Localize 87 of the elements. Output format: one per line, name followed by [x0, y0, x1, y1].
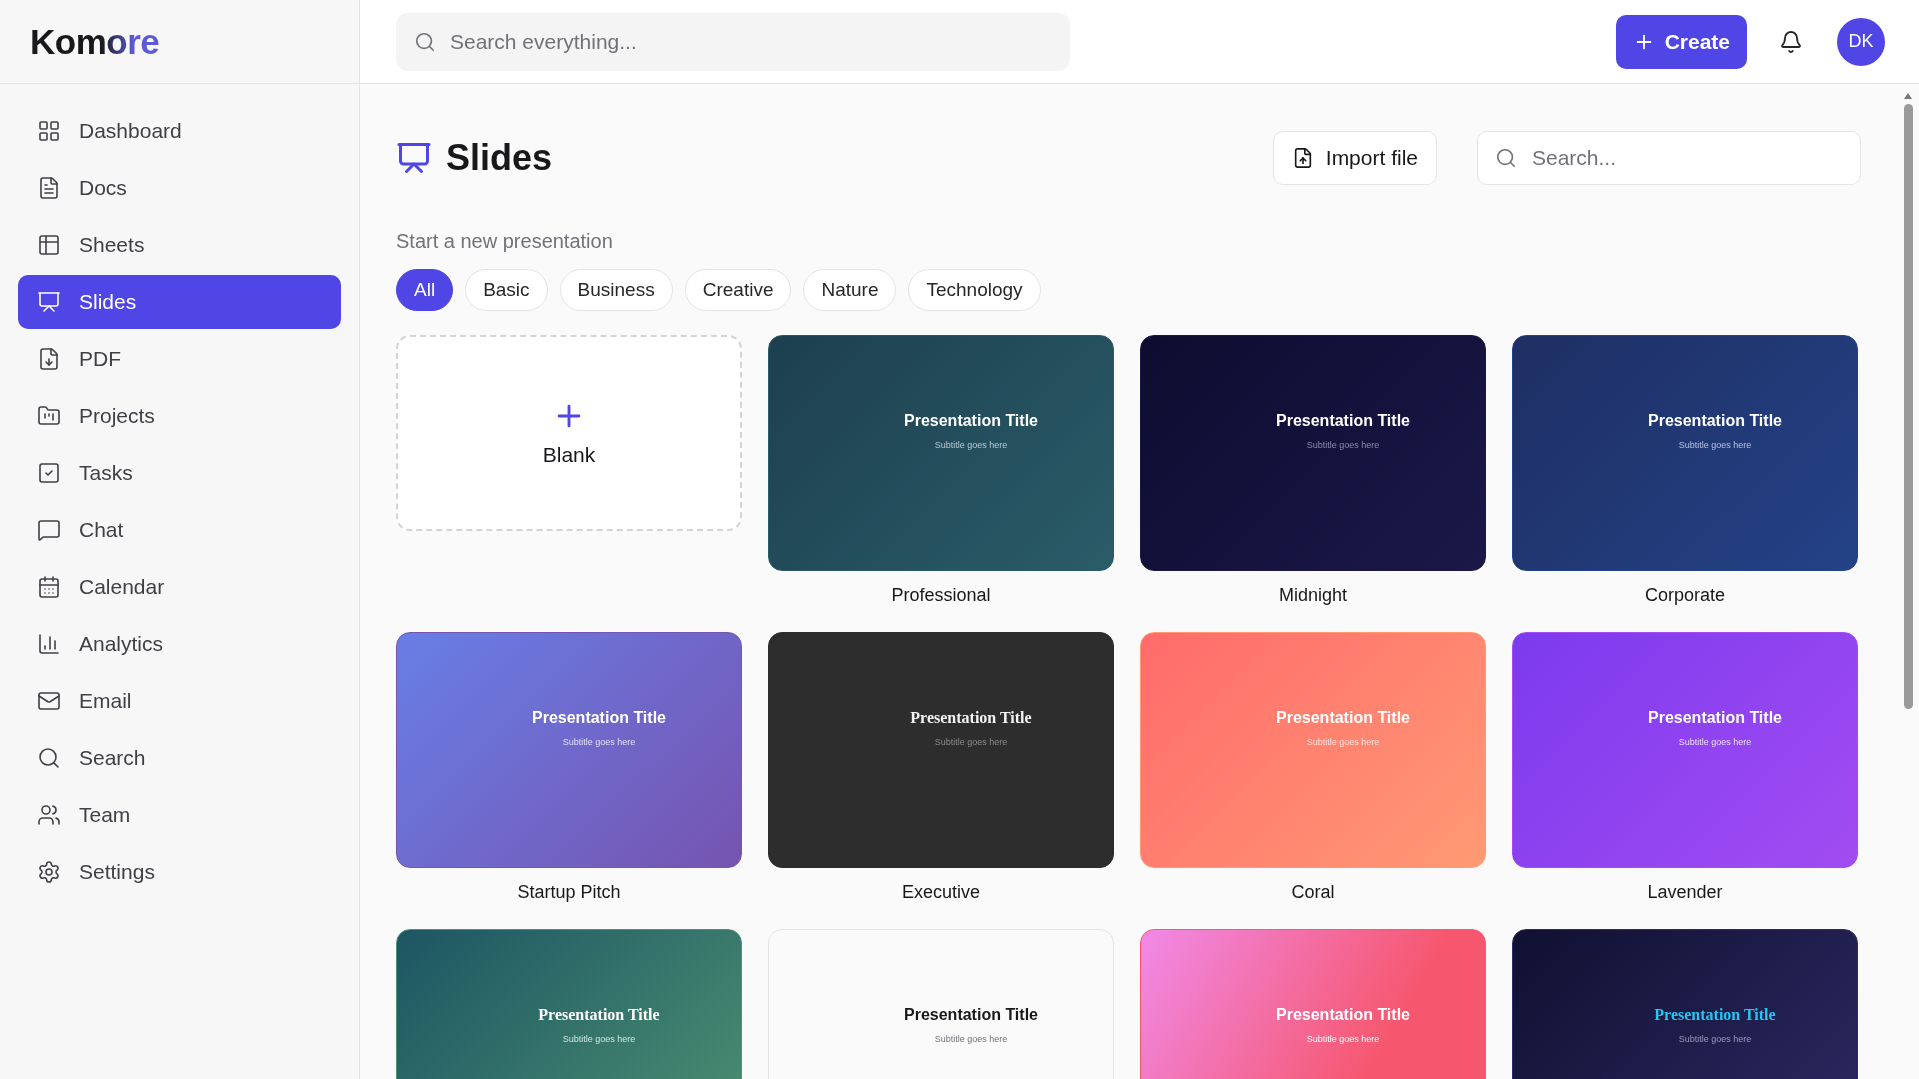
sidebar-item[interactable]: Slides — [18, 275, 341, 329]
sidebar-item[interactable]: Calendar — [18, 560, 341, 614]
slide-title: Presentation Title — [1276, 709, 1410, 727]
filter-chip[interactable]: Business — [559, 269, 673, 311]
template-name: Midnight — [1278, 585, 1347, 606]
slide-subtitle: Subtitle goes here — [1306, 737, 1380, 747]
slide-subtitle: Subtitle goes here — [562, 1034, 636, 1044]
presentation-icon — [37, 290, 61, 314]
presentation-icon — [396, 140, 432, 176]
slide-title: Presentation Title — [904, 412, 1038, 430]
slide-subtitle: Subtitle goes here — [934, 440, 1008, 450]
search-icon — [1495, 147, 1517, 169]
template-thumbnail[interactable]: Presentation Title Subtitle goes here — [768, 632, 1114, 868]
template-name: Executive — [901, 882, 980, 903]
blank-template-card[interactable]: Blank — [396, 335, 742, 531]
users-icon — [37, 803, 61, 827]
grid-icon — [37, 119, 61, 143]
sidebar-item[interactable]: Tasks — [18, 446, 341, 500]
slide-subtitle: Subtitle goes here — [934, 737, 1008, 747]
page-title: Slides — [446, 137, 553, 179]
template-thumbnail[interactable]: Presentation Title Subtitle goes here — [396, 632, 742, 868]
search-field[interactable]: Search... — [1477, 131, 1861, 185]
slide-title: Presentation Title — [910, 709, 1032, 727]
template-name: Corporate — [1644, 585, 1725, 606]
filter-chip[interactable]: Nature — [803, 269, 897, 311]
search-icon — [414, 30, 436, 53]
template-thumbnail[interactable]: Presentation Title Subtitle goes here — [1140, 335, 1486, 571]
folder-icon — [37, 404, 61, 428]
slide-subtitle: Subtitle goes here — [934, 1034, 1008, 1044]
template-thumbnail[interactable]: Presentation Title Subtitle goes here — [1512, 335, 1858, 571]
filter-chip[interactable]: Creative — [684, 269, 792, 311]
document-icon — [37, 176, 61, 200]
filter-chip[interactable]: Basic — [465, 269, 548, 311]
slide-subtitle: Subtitle goes here — [1306, 1034, 1380, 1044]
template-name: Professional — [891, 585, 991, 606]
slide-subtitle: Subtitle goes here — [1678, 1034, 1752, 1044]
section-title: Start a new presentation — [396, 230, 614, 253]
sidebar-item[interactable]: Dashboard — [18, 104, 341, 158]
filter-chip[interactable]: All — [396, 269, 454, 311]
sidebar-item[interactable]: Sheets — [18, 218, 341, 272]
chat-bubble-icon — [37, 518, 61, 542]
template-thumbnail[interactable]: Presentation Title Subtitle goes here — [396, 929, 742, 1079]
template-thumbnail[interactable]: Presentation Title Subtitle goes here — [768, 929, 1114, 1079]
slide-subtitle: Subtitle goes here — [562, 737, 636, 747]
sidebar-item[interactable]: Settings — [18, 845, 341, 899]
slide-title: Presentation Title — [1654, 1006, 1776, 1024]
scrollbar-thumb[interactable] — [1903, 104, 1913, 709]
filter-chip[interactable]: Technology — [908, 269, 1041, 311]
template-name: Startup Pitch — [517, 882, 621, 903]
settings-icon — [37, 860, 61, 884]
search-icon — [37, 746, 61, 770]
slide-subtitle: Subtitle goes here — [1678, 737, 1752, 747]
sidebar-item[interactable]: Search — [18, 731, 341, 785]
sidebar-item[interactable]: Analytics — [18, 617, 341, 671]
slide-title: Presentation Title — [532, 709, 666, 727]
calendar-icon — [37, 575, 61, 599]
slide-title: Presentation Title — [1648, 412, 1782, 430]
checkbox-icon — [37, 461, 61, 485]
slide-title: Presentation Title — [1648, 709, 1782, 727]
user-avatar[interactable]: DK — [1837, 17, 1885, 66]
template-name: Blank — [542, 443, 596, 467]
slide-title: Presentation Title — [538, 1006, 660, 1024]
table-icon — [37, 233, 61, 257]
mail-icon — [37, 689, 61, 713]
slide-subtitle: Subtitle goes here — [1678, 440, 1752, 450]
sidebar-item[interactable]: Team — [18, 788, 341, 842]
create-button[interactable]: Create — [1615, 14, 1747, 69]
sidebar-item[interactable]: Docs — [18, 161, 341, 215]
bell-icon — [1779, 29, 1803, 54]
slide-title: Presentation Title — [1276, 1006, 1410, 1024]
bar-chart-icon — [37, 632, 61, 656]
scroll-up-icon[interactable] — [1903, 92, 1913, 100]
template-name: Coral — [1291, 882, 1335, 903]
import-file-button[interactable]: Import file — [1272, 131, 1437, 185]
slide-subtitle: Subtitle goes here — [1306, 440, 1380, 450]
template-thumbnail[interactable]: Presentation Title Subtitle goes here — [768, 335, 1114, 571]
sidebar-item[interactable]: Chat — [18, 503, 341, 557]
sidebar-item[interactable]: PDF — [18, 332, 341, 386]
slide-title: Presentation Title — [1276, 412, 1410, 430]
search-field[interactable]: Search everything... — [396, 12, 1070, 71]
sidebar-item[interactable]: Email — [18, 674, 341, 728]
template-thumbnail[interactable]: Presentation Title Subtitle goes here — [1512, 929, 1858, 1079]
template-name: Lavender — [1647, 882, 1723, 903]
slide-title: Presentation Title — [904, 1006, 1038, 1024]
file-download-icon — [37, 347, 61, 371]
sidebar-item[interactable]: Projects — [18, 389, 341, 443]
template-thumbnail[interactable]: Presentation Title Subtitle goes here — [1512, 632, 1858, 868]
